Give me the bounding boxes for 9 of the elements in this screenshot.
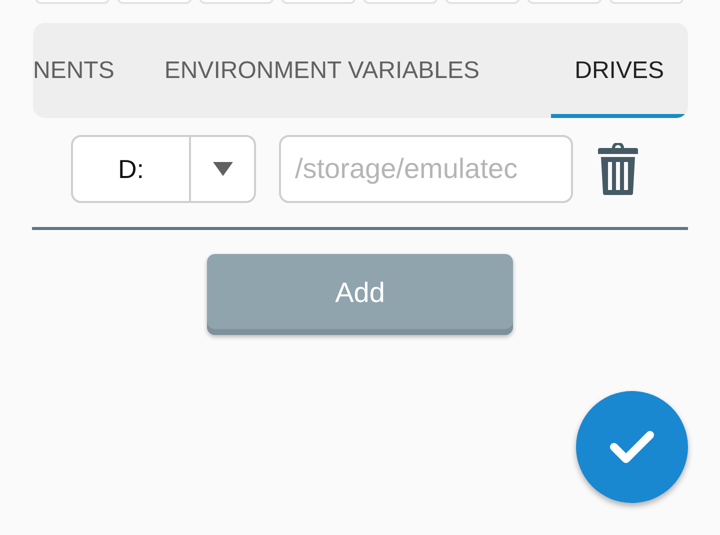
path-field[interactable]: /storage/emulatec <box>279 135 573 203</box>
caret-icon <box>213 162 233 176</box>
check-icon <box>610 430 654 464</box>
tab[interactable]: ENVIRONMENT VARIABLES <box>140 27 504 118</box>
trash-icon[interactable] <box>596 143 640 195</box>
tab[interactable]: DRIVES <box>550 27 688 118</box>
tab[interactable]: NENTS <box>33 27 140 118</box>
drive-select[interactable]: D: <box>71 135 256 203</box>
confirm-button[interactable] <box>576 391 688 503</box>
